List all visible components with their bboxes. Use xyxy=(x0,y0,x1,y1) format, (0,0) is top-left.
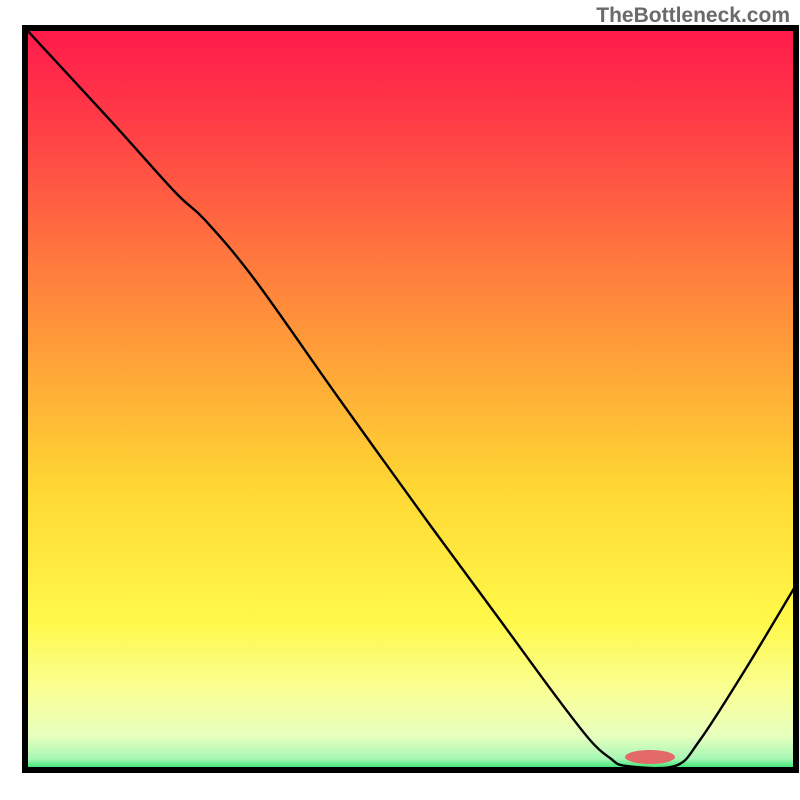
bottleneck-chart xyxy=(0,0,800,800)
plot-background xyxy=(25,28,796,770)
optimum-marker xyxy=(625,750,675,764)
